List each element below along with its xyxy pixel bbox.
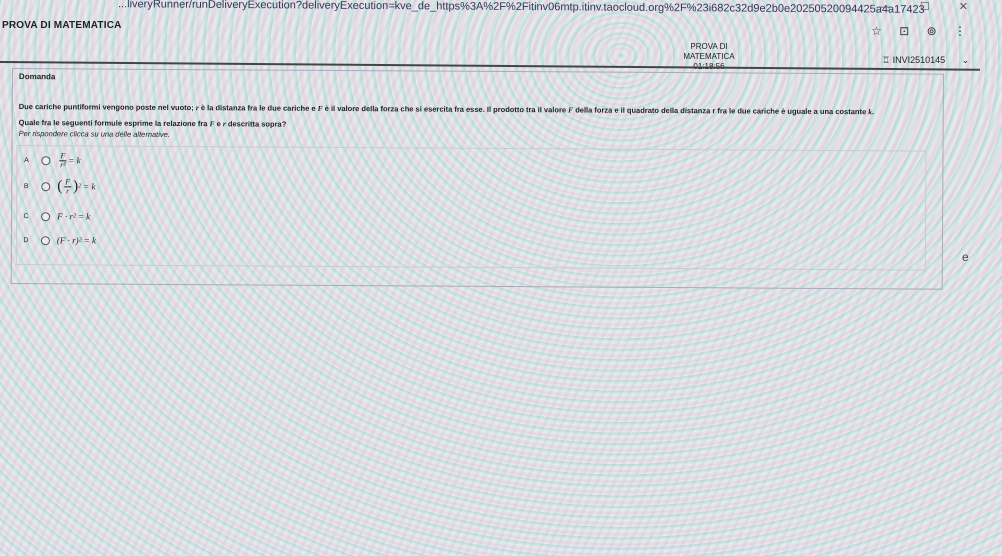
choice-d[interactable]: D (F · r) 2 = k [17,230,96,250]
browser-toolbar: ☆ ⊡ ⊚ ⋮ [857,24,966,38]
profile-icon[interactable]: ⊚ [927,24,937,38]
choice-letter: D [23,236,29,244]
choice-c[interactable]: C F · r2 = k [17,206,91,226]
address-bar[interactable]: ...liveryRunner/runDeliveryExecution?del… [0,0,1002,18]
radio-button[interactable] [41,155,51,165]
app-title: PROVA DI MATEMATICA [2,20,122,31]
user-menu[interactable]: ♖ INVI2510145 ⌄ [882,55,969,66]
formula-c: F · r2 = k [57,211,91,222]
menu-icon[interactable]: ⋮ [954,24,966,38]
choice-list: A Fr² = k B (Fr) 2 = k C F · r2 = k D (F… [15,145,927,271]
user-id: INVI2510145 [892,55,946,65]
formula-a: Fr² = k [59,150,81,169]
choice-b[interactable]: B (Fr) 2 = k [17,176,96,196]
minimize-icon[interactable]: — [880,1,891,13]
choice-letter: C [23,212,29,220]
maximize-icon[interactable]: ☐ [920,1,930,13]
edge-text: e [962,250,969,264]
radio-button[interactable] [40,235,50,245]
choice-a[interactable]: A Fr² = k [17,150,81,170]
radio-button[interactable] [41,181,51,191]
formula-b: (Fr) 2 = k [57,176,96,195]
chevron-down-icon[interactable]: ⌄ [962,55,970,65]
choice-letter: A [24,156,29,164]
url-text: ...liveryRunner/runDeliveryExecution?del… [118,0,925,16]
question-panel: Domanda Due cariche puntiformi vengono p… [10,68,944,290]
question-heading: Domanda [18,72,56,82]
window-controls: — ☐ ✕ [854,0,968,13]
question-prompt: Quale fra le seguenti formule esprime la… [18,118,287,129]
close-icon[interactable]: ✕ [959,1,968,13]
user-icon: ♖ [882,55,891,65]
radio-button[interactable] [41,211,51,221]
formula-d: (F · r) 2 = k [56,235,97,246]
bookmark-star-icon[interactable]: ☆ [871,24,882,38]
test-title: PROVA DI MATEMATICA [683,42,735,61]
choice-letter: B [23,182,29,190]
extension-icon[interactable]: ⊡ [899,24,909,38]
instruction-text: Per rispondere clicca su una delle alter… [18,129,170,139]
question-text: Due cariche puntiformi vengono poste nel… [18,102,875,117]
